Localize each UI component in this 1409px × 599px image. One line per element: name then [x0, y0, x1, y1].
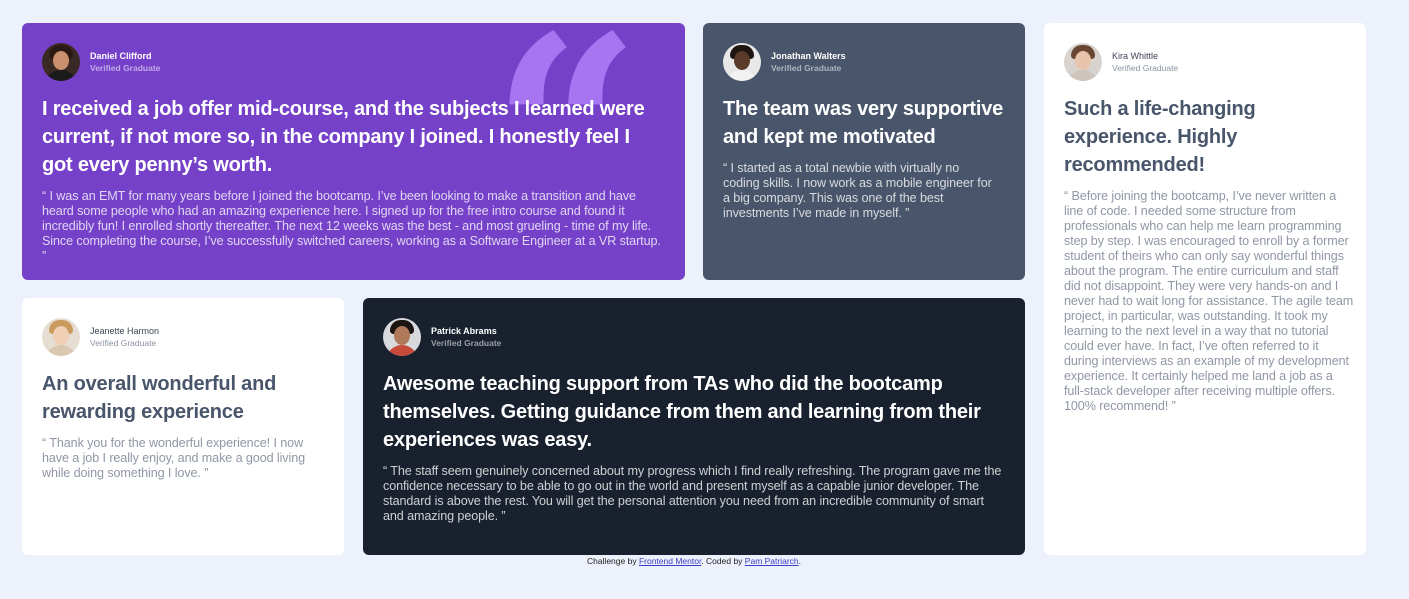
testimonial-quote: “ Thank you for the wonderful experience…: [42, 436, 306, 480]
testimonial-quote: “ Before joining the bootcamp, I’ve neve…: [1064, 189, 1354, 413]
testimonial-card-jeanette: Jeanette Harmon Verified Graduate An ove…: [22, 298, 344, 555]
avatar: [42, 43, 80, 81]
testimonial-headline: An overall wonderful and rewarding exper…: [42, 373, 277, 423]
testimonial-card-patrick: Patrick Abrams Verified Graduate Awesome…: [363, 298, 1025, 555]
avatar: [1064, 43, 1102, 81]
testimonial-card-kira: Kira Whittle Verified Graduate Such a li…: [1044, 23, 1366, 555]
attribution-footer: Challenge by Frontend Mentor. Coded by P…: [0, 556, 1388, 566]
author-name: Kira Whittle: [1112, 51, 1159, 61]
testimonial-headline: I received a job offer mid-course, and t…: [42, 98, 645, 176]
author-role: Verified Graduate: [431, 338, 502, 348]
frontend-mentor-link[interactable]: Frontend Mentor: [639, 556, 701, 566]
author-name: Jeanette Harmon: [90, 326, 160, 336]
testimonial-quote: “ I started as a total newbie with virtu…: [723, 161, 992, 220]
testimonial-quote: “ The staff seem genuinely concerned abo…: [383, 464, 1002, 523]
footer-middle: . Coded by: [701, 556, 745, 566]
author-link[interactable]: Pam Patriarch: [745, 556, 799, 566]
author-name: Daniel Clifford: [90, 51, 152, 61]
author-name: Jonathan Walters: [771, 51, 846, 61]
author-role: Verified Graduate: [771, 63, 842, 73]
footer-prefix: Challenge by: [586, 556, 639, 566]
author-role: Verified Graduate: [90, 63, 161, 73]
testimonial-headline: Such a life-changing experience. Highly …: [1064, 98, 1256, 176]
footer-suffix: .: [798, 556, 802, 566]
testimonial-card-daniel: “ Daniel Clifford Verified Graduate I re…: [22, 23, 685, 280]
avatar: [42, 318, 80, 356]
testimonial-quote: “ I was an EMT for many years before I j…: [42, 189, 661, 263]
testimonial-headline: Awesome teaching support from TAs who di…: [383, 373, 981, 451]
author-role: Verified Graduate: [90, 338, 157, 348]
author-name: Patrick Abrams: [431, 326, 497, 336]
author-role: Verified Graduate: [1112, 63, 1179, 73]
avatar: [383, 318, 421, 356]
testimonial-card-jonathan: Jonathan Walters Verified Graduate The t…: [703, 23, 1025, 280]
testimonial-headline: The team was very supportive and kept me…: [723, 98, 1004, 148]
avatar: [723, 43, 761, 81]
